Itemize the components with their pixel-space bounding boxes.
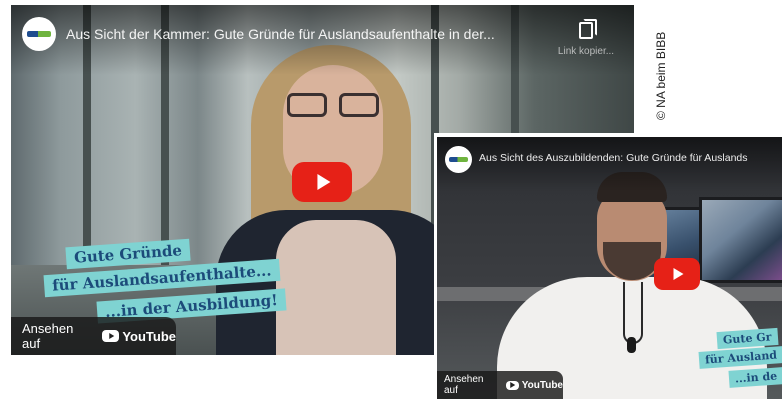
youtube-icon [102, 330, 120, 342]
youtube-icon [505, 380, 519, 390]
play-button[interactable] [292, 162, 352, 202]
photo-credit: © NA beim BIBB [650, 8, 674, 128]
watch-on-label: Ansehen auf [22, 321, 74, 351]
copy-link-label: Link kopier... [557, 46, 615, 57]
watch-on-youtube-button[interactable]: Ansehen auf YouTube [11, 317, 176, 355]
caption-line: ...in de [728, 367, 782, 388]
video-title[interactable]: Aus Sicht der Kammer: Gute Gründe für Au… [66, 26, 536, 42]
watch-on-youtube-button[interactable]: Ansehen auf YouTube [437, 371, 563, 399]
youtube-wordmark: YouTube [122, 328, 176, 344]
credit-text: © NA beim BIBB [654, 31, 668, 120]
youtube-logo: YouTube [102, 329, 176, 344]
youtube-wordmark: YouTube [521, 379, 563, 391]
video-title[interactable]: Aus Sicht des Auszubildenden: Gute Gründ… [479, 152, 779, 164]
watch-on-label: Ansehen auf [444, 374, 484, 396]
channel-logo-icon[interactable] [445, 146, 472, 173]
channel-logo-icon[interactable] [22, 17, 56, 51]
video-embed-auszubildende[interactable]: Aus Sicht des Auszubildenden: Gute Gründ… [434, 133, 782, 399]
copy-link-button[interactable]: Link kopier... [546, 19, 626, 59]
copy-link-icon [579, 19, 597, 39]
play-button[interactable] [654, 258, 700, 290]
youtube-logo: YouTube [505, 379, 563, 391]
